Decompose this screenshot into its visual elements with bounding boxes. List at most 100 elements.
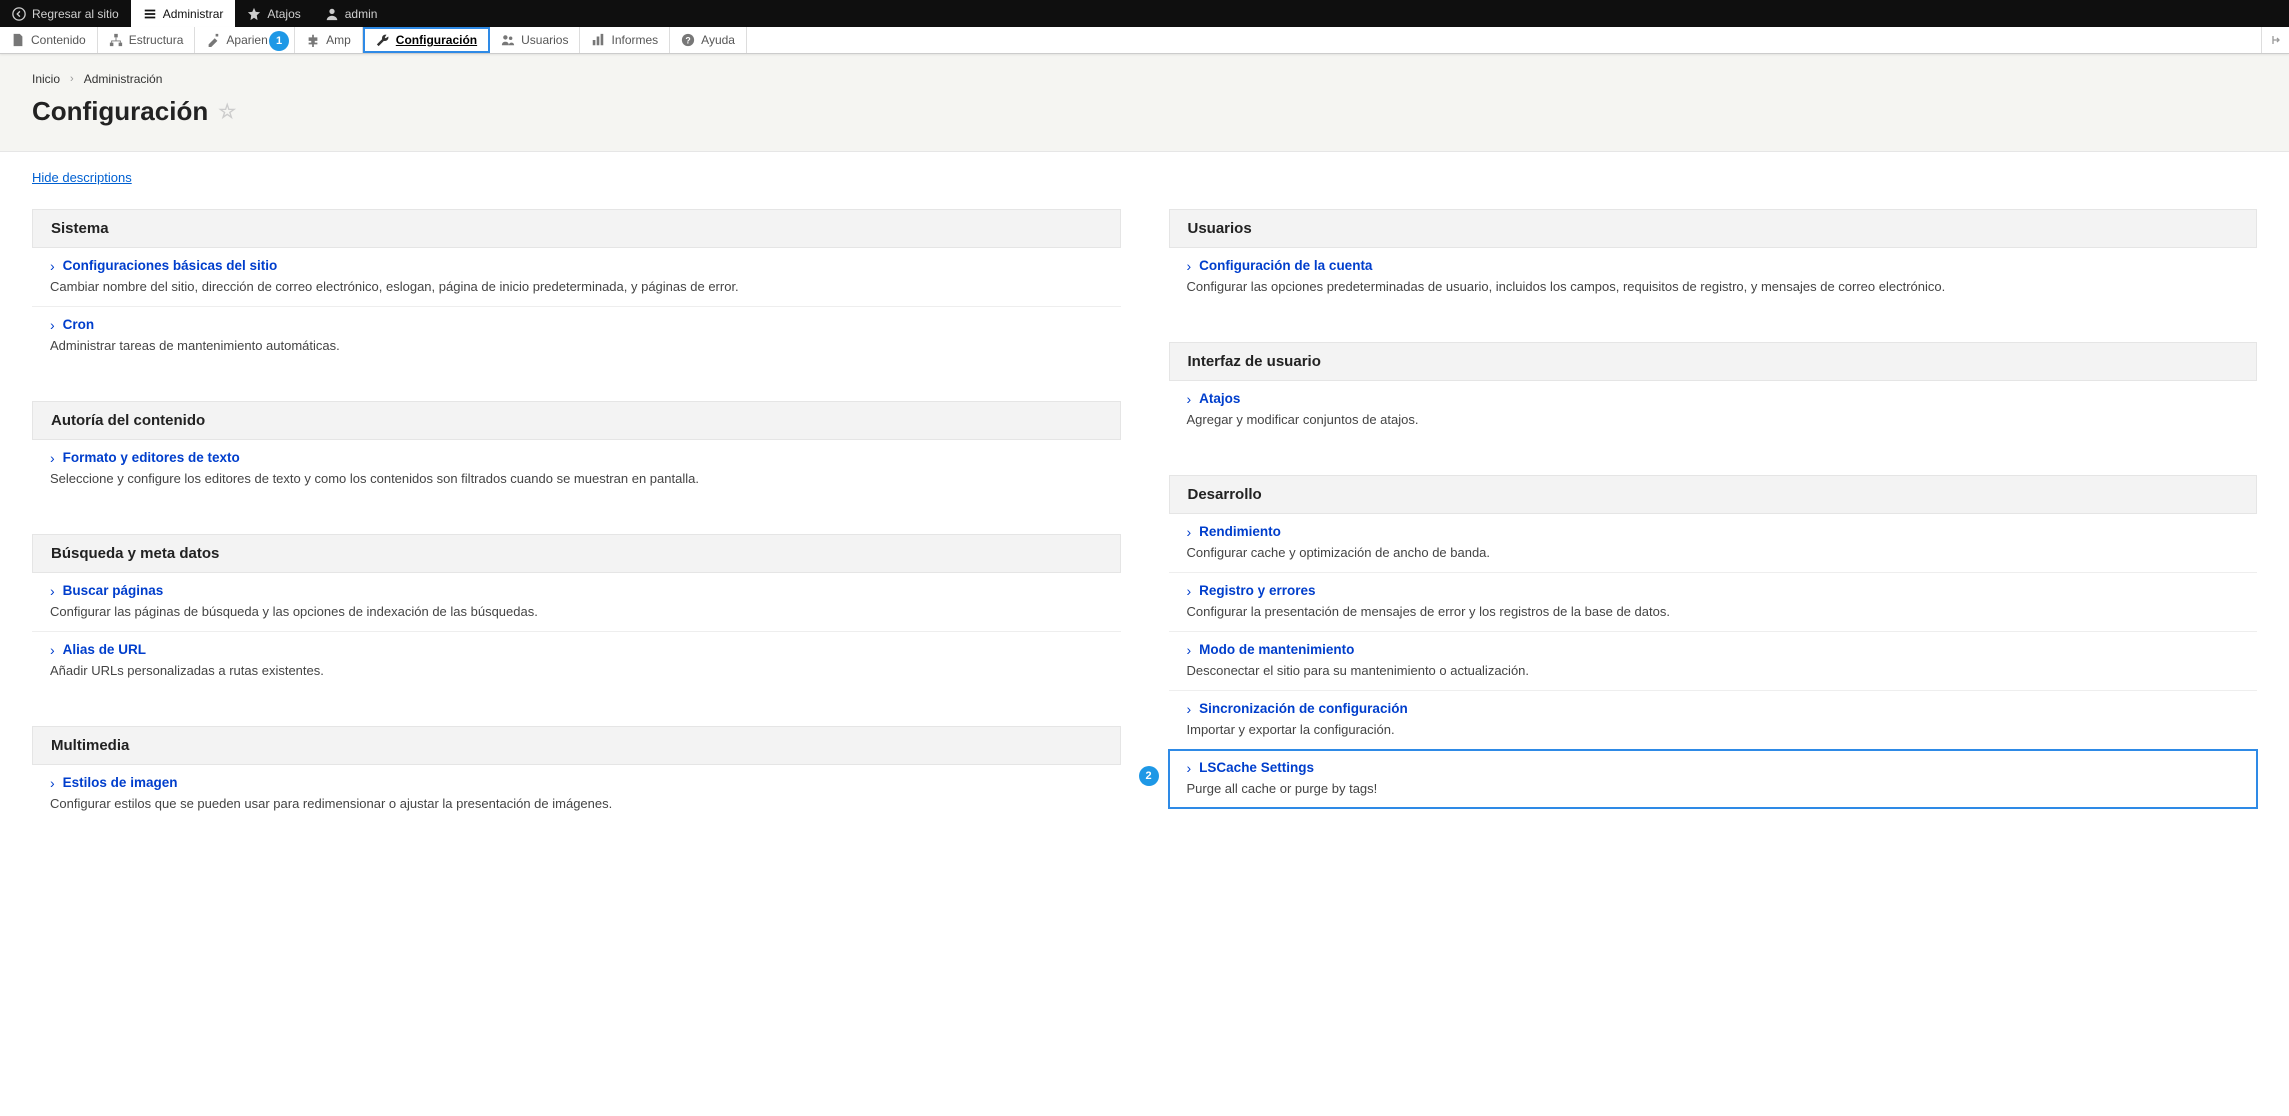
link-formatos[interactable]: Formato y editores de texto: [63, 450, 240, 465]
link-config-basica[interactable]: Configuraciones básicas del sitio: [63, 258, 278, 273]
panel-item: ›Estilos de imagen Configurar estilos qu…: [32, 765, 1121, 823]
manage-toggle[interactable]: Administrar: [131, 0, 236, 27]
tab-label: Estructura: [129, 33, 184, 47]
item-desc: Configurar las páginas de búsqueda y las…: [50, 604, 1121, 619]
link-lscache-settings[interactable]: LSCache Settings: [1199, 760, 1314, 775]
chevron-right-icon: ›: [1187, 702, 1192, 716]
col-left: Sistema › Configuraciones básicas del sit…: [32, 209, 1121, 859]
region-header: Inicio › Administración Configuración ☆: [0, 54, 2289, 152]
link-rendimiento[interactable]: Rendimiento: [1199, 524, 1281, 539]
col-right: Usuarios › Configuración de la cuenta Con…: [1169, 209, 2258, 859]
panel-item: › Registro y errores Configurar la presen…: [1169, 573, 2258, 632]
tab-ampliar[interactable]: Amp: [295, 27, 363, 53]
tab-informes[interactable]: Informes: [580, 27, 670, 53]
breadcrumb: Inicio › Administración: [32, 72, 2257, 86]
item-desc: Configurar las opciones predeterminadas …: [1187, 279, 2258, 294]
panel-item: › Alias de URL Añadir URLs personalizadas…: [32, 632, 1121, 690]
item-desc: Desconectar el sitio para su mantenimien…: [1187, 663, 2258, 678]
toolbar-orientation-toggle[interactable]: [2261, 27, 2289, 53]
panel-header: Interfaz de usuario: [1169, 342, 2258, 381]
link-cron[interactable]: Cron: [63, 317, 95, 332]
breadcrumb-admin[interactable]: Administración: [84, 72, 163, 86]
annotation-2: 2: [1139, 766, 1159, 786]
tab-label: Ayuda: [701, 33, 735, 47]
chevron-right-icon: ›: [1187, 643, 1192, 657]
item-desc: Agregar y modificar conjuntos de atajos.: [1187, 412, 2258, 427]
link-atajos[interactable]: Atajos: [1199, 391, 1240, 406]
panel-item: ›Rendimiento Configurar cache y optimiza…: [1169, 514, 2258, 573]
tab-label: Configuración: [396, 33, 477, 47]
item-desc: Configurar estilos que se pueden usar pa…: [50, 796, 1121, 811]
link-buscar-paginas[interactable]: Buscar páginas: [63, 583, 164, 598]
back-to-site[interactable]: Regresar al sitio: [0, 0, 131, 27]
item-desc: Configurar cache y optimización de ancho…: [1187, 545, 2258, 560]
back-label: Regresar al sitio: [32, 7, 119, 21]
tab-estructura[interactable]: Estructura: [98, 27, 196, 53]
hide-descriptions-link[interactable]: Hide descriptions: [32, 170, 132, 185]
tab-contenido[interactable]: Contenido: [0, 27, 98, 53]
tab-configuracion[interactable]: Configuración: [363, 27, 490, 53]
document-icon: [11, 33, 25, 47]
star-outline-icon[interactable]: ☆: [218, 99, 236, 124]
shortcuts-toggle[interactable]: Atajos: [235, 0, 312, 27]
chevron-right-icon: ›: [50, 451, 55, 465]
shortcuts-label: Atajos: [267, 7, 300, 21]
page-title: Configuración ☆: [32, 96, 2257, 127]
panel-header: Usuarios: [1169, 209, 2258, 248]
item-desc: Configurar la presentación de mensajes d…: [1187, 604, 2258, 619]
manage-label: Administrar: [163, 7, 224, 21]
toolbar-top: Regresar al sitio Administrar Atajos adm…: [0, 0, 2289, 27]
panel-header: Multimedia: [32, 726, 1121, 765]
chevron-right-icon: ›: [1187, 584, 1192, 598]
tab-usuarios[interactable]: Usuarios: [490, 27, 580, 53]
panel-busqueda: Búsqueda y meta datos ›Buscar páginas Co…: [32, 534, 1121, 690]
item-desc: Seleccione y configure los editores de t…: [50, 471, 1121, 486]
panel-item: › Configuración de la cuenta Configurar l…: [1169, 248, 2258, 306]
tab-label: Usuarios: [521, 33, 568, 47]
user-menu[interactable]: admin: [313, 0, 390, 27]
breadcrumb-home[interactable]: Inicio: [32, 72, 60, 86]
panel-multimedia: Multimedia ›Estilos de imagen Configurar…: [32, 726, 1121, 823]
reports-icon: [591, 33, 605, 47]
panel-item: ›Buscar páginas Configurar las páginas d…: [32, 573, 1121, 632]
chevron-right-icon: ›: [1187, 259, 1192, 273]
link-config-cuenta[interactable]: Configuración de la cuenta: [1199, 258, 1372, 273]
panel-header: Autoría del contenido: [32, 401, 1121, 440]
panel-usuarios: Usuarios › Configuración de la cuenta Con…: [1169, 209, 2258, 306]
wrench-icon: [376, 33, 390, 47]
star-icon: [247, 7, 261, 21]
panel-header: Búsqueda y meta datos: [32, 534, 1121, 573]
chevron-right-icon: ›: [50, 259, 55, 273]
structure-icon: [109, 33, 123, 47]
link-alias-url[interactable]: Alias de URL: [63, 642, 146, 657]
item-desc: Añadir URLs personalizadas a rutas exist…: [50, 663, 1121, 678]
back-icon: [12, 7, 26, 21]
panel-item: ›Configuraciones básicas del sitio Cambi…: [32, 248, 1121, 307]
panel-item: › Modo de mantenimiento Desconectar el si…: [1169, 632, 2258, 691]
tab-ayuda[interactable]: ? Ayuda: [670, 27, 747, 53]
svg-text:?: ?: [685, 36, 690, 46]
chevron-right-icon: ›: [1187, 761, 1192, 775]
link-registro-errores[interactable]: Registro y errores: [1199, 583, 1315, 598]
link-modo-mantenimiento[interactable]: Modo de mantenimiento: [1199, 642, 1354, 657]
item-desc: Purge all cache or purge by tags!: [1187, 781, 2258, 796]
arrow-icon: [2270, 34, 2282, 46]
panel-item: › Sincronización de configuración Importa…: [1169, 691, 2258, 750]
link-estilos-imagen[interactable]: Estilos de imagen: [63, 775, 178, 790]
user-label: admin: [345, 7, 378, 21]
item-desc: Administrar tareas de mantenimiento auto…: [50, 338, 1121, 353]
panel-header: Sistema: [32, 209, 1121, 248]
tab-label: Contenido: [31, 33, 86, 47]
panel-item: › Cron Administrar tareas de mantenimient…: [32, 307, 1121, 365]
extend-icon: [306, 33, 320, 47]
chevron-right-icon: ›: [1187, 392, 1192, 406]
link-sincronizacion[interactable]: Sincronización de configuración: [1199, 701, 1408, 716]
tab-label: Informes: [611, 33, 658, 47]
toolbar-admin: Contenido Estructura Apariencia Amp Conf…: [0, 27, 2289, 54]
content: Hide descriptions Sistema › Configuracion…: [0, 152, 2289, 899]
panel-item-lscache: › LSCache Settings Purge all cache or pur…: [1169, 750, 2258, 808]
panel-sistema: Sistema › Configuraciones básicas del sit…: [32, 209, 1121, 365]
chevron-right-icon: ›: [50, 318, 55, 332]
chevron-right-icon: ›: [50, 643, 55, 657]
item-desc: Importar y exportar la configuración.: [1187, 722, 2258, 737]
